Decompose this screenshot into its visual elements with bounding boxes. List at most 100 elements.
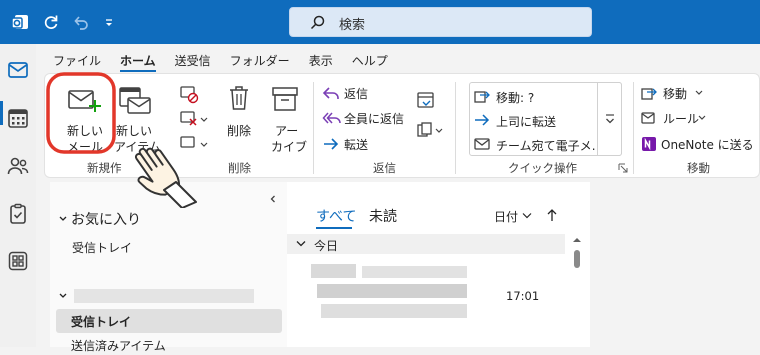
group-separator <box>313 82 314 174</box>
group-today-label: 今日 <box>314 239 339 253</box>
reply-all-icon <box>322 112 341 124</box>
quick-step-team-email-label: チーム宛て電子メ… <box>496 139 604 153</box>
reply-icon <box>322 87 339 99</box>
quick-steps-expand-button[interactable] <box>597 82 622 156</box>
quick-step-team-email[interactable]: チーム宛て電子メ… <box>474 134 614 154</box>
group-label-respond: 返信 <box>373 161 396 175</box>
quick-step-forward-manager[interactable]: 上司に転送 <box>474 110 614 130</box>
move-icon <box>641 88 657 100</box>
apps-icon[interactable] <box>6 249 30 273</box>
subject-redacted <box>317 284 467 298</box>
reading-pane <box>590 182 760 347</box>
move-to-icon <box>474 91 490 103</box>
chevron-down-icon <box>698 115 706 120</box>
preview-redacted <box>321 304 467 318</box>
sort-direction-icon[interactable] <box>546 208 558 222</box>
rules-button[interactable]: ルール <box>641 108 711 128</box>
group-separator <box>455 82 456 174</box>
app-rail <box>0 44 36 347</box>
tab-view[interactable]: 表示 <box>309 52 333 72</box>
move-label: 移動 <box>663 87 688 101</box>
highlight-circle <box>46 72 116 154</box>
sender-redacted <box>311 264 356 278</box>
team-email-icon <box>474 138 490 150</box>
delete-label: 削除 <box>227 124 252 138</box>
search-box[interactable]: 検索 <box>289 7 592 37</box>
move-button[interactable]: 移動 <box>641 83 711 103</box>
ribbon-tabs: ファイル ホーム 送受信 フォルダー 表示 ヘルプ <box>53 52 407 72</box>
new-item-icon <box>119 87 151 114</box>
search-placeholder: 検索 <box>339 18 366 33</box>
tab-folder[interactable]: フォルダー <box>230 52 290 72</box>
forward-button[interactable]: 転送 <box>322 134 382 154</box>
account-name-redacted <box>74 289 254 303</box>
sent-items-folder[interactable]: 送信済みアイテム <box>56 335 282 355</box>
scroll-up-icon <box>573 238 581 242</box>
inbox-folder[interactable]: 受信トレイ <box>56 309 282 333</box>
gallery-more-icon <box>606 114 614 124</box>
archive-button[interactable]: アー カイブ <box>265 78 308 156</box>
tab-all[interactable]: すべて <box>316 206 356 226</box>
chevron-down-icon <box>59 216 67 221</box>
search-icon <box>310 15 325 30</box>
reply-label: 返信 <box>344 87 369 101</box>
sort-button[interactable]: 日付 <box>494 208 544 226</box>
people-icon[interactable] <box>6 154 30 178</box>
group-label-quick-steps: クイック操作 <box>508 161 577 175</box>
rules-label: ルール <box>663 112 700 126</box>
favorites-label: お気に入り <box>71 212 141 228</box>
forward-label: 転送 <box>344 138 369 152</box>
account-header[interactable] <box>58 286 278 306</box>
cleanup-icon[interactable] <box>178 109 208 129</box>
reply-all-label: 全員に返信 <box>344 112 405 126</box>
archive-label-1: アー <box>275 124 299 138</box>
reply-button[interactable]: 返信 <box>322 83 382 103</box>
more-respond-icon[interactable] <box>415 120 445 140</box>
favorite-inbox-label: 受信トレイ <box>72 241 133 255</box>
calendar-icon[interactable] <box>6 106 30 130</box>
archive-label-2: カイブ <box>271 140 308 154</box>
sent-items-label: 送信済みアイテム <box>71 339 166 353</box>
forward-manager-icon <box>475 114 490 126</box>
trash-icon <box>230 86 248 110</box>
send-to-onenote-button[interactable]: OneNote に送る <box>641 134 756 154</box>
chevron-down-icon <box>695 90 703 95</box>
dialog-launcher-icon[interactable] <box>618 163 628 173</box>
onenote-label: OneNote に送る <box>661 138 754 152</box>
onenote-icon <box>642 137 656 151</box>
sort-label: 日付 <box>494 210 519 224</box>
tasks-icon[interactable] <box>6 202 30 226</box>
ignore-icon[interactable] <box>178 84 200 104</box>
tab-file[interactable]: ファイル <box>53 52 101 72</box>
tab-help[interactable]: ヘルプ <box>352 52 388 72</box>
scrollbar-thumb[interactable] <box>574 250 580 268</box>
message-list: すべて 未読 日付 今日 17:01 <box>287 182 590 347</box>
group-label-move: 移動 <box>687 161 710 175</box>
mail-icon[interactable] <box>6 58 30 82</box>
sync-icon[interactable] <box>41 12 61 32</box>
quick-step-move-label: 移動: ? <box>496 91 535 105</box>
tab-unread[interactable]: 未読 <box>369 206 397 226</box>
rail-active-indicator <box>0 101 3 125</box>
active-tab-underline <box>316 227 352 229</box>
customize-toolbar-icon[interactable] <box>99 12 119 32</box>
group-header-today[interactable]: 今日 <box>287 234 565 254</box>
undo-icon[interactable] <box>71 12 91 32</box>
delete-button[interactable]: 削除 <box>221 78 257 156</box>
message-item[interactable]: 17:01 <box>287 256 565 326</box>
scrollbar[interactable] <box>571 234 583 347</box>
sender-redacted <box>362 266 467 278</box>
group-label-delete: 削除 <box>228 161 251 175</box>
chevron-down-icon <box>296 241 306 247</box>
favorites-header[interactable]: お気に入り <box>58 208 208 230</box>
quick-step-move[interactable]: 移動: ? <box>474 86 614 106</box>
tab-home[interactable]: ホーム <box>120 52 156 72</box>
group-separator <box>633 82 634 174</box>
favorite-inbox[interactable]: 受信トレイ <box>58 238 278 258</box>
meeting-reply-icon[interactable] <box>415 90 437 110</box>
collapse-pane-icon[interactable] <box>268 194 278 204</box>
rules-icon <box>641 112 655 124</box>
tab-send-receive[interactable]: 送受信 <box>175 52 211 72</box>
group-label-new: 新規作 <box>87 161 122 175</box>
quick-step-forward-manager-label: 上司に転送 <box>496 115 557 129</box>
